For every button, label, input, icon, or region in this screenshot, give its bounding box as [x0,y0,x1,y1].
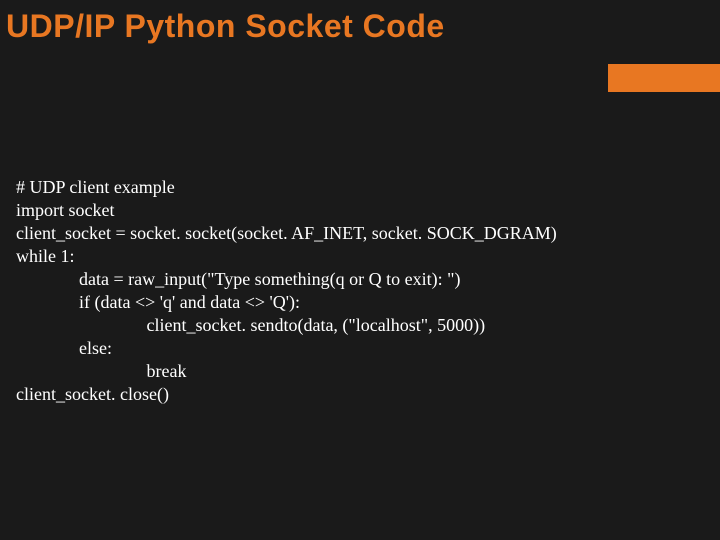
accent-bar [608,64,720,92]
code-line: client_socket = socket. socket(socket. A… [16,223,557,243]
code-line: import socket [16,200,114,220]
code-line: else: [16,338,112,358]
code-line: while 1: [16,246,75,266]
code-line: if (data <> 'q' and data <> 'Q'): [16,292,300,312]
code-line: data = raw_input("Type something(q or Q … [16,269,461,289]
code-line: break [16,361,186,381]
code-line: # UDP client example [16,177,175,197]
code-line: client_socket. sendto(data, ("localhost"… [16,315,485,335]
slide-title: UDP/IP Python Socket Code [0,0,720,45]
code-line: client_socket. close() [16,384,169,404]
code-block: # UDP client example import socket clien… [16,176,704,406]
